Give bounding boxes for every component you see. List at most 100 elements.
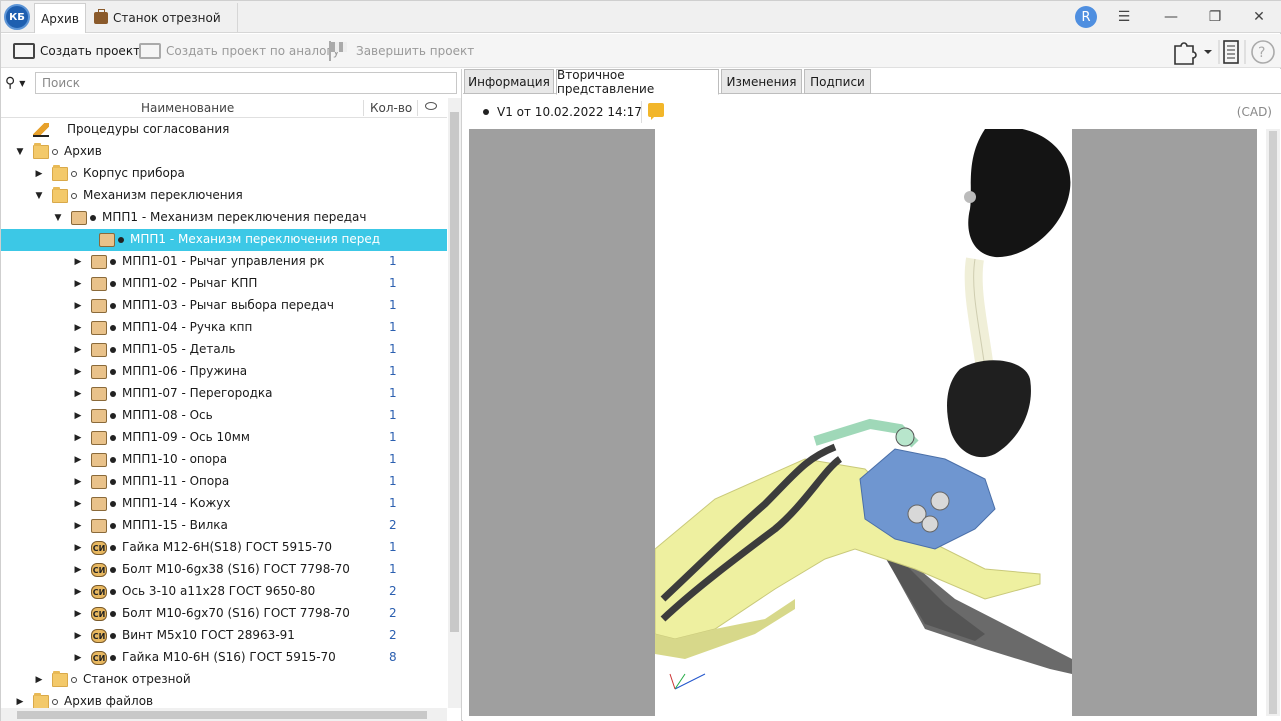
help-icon[interactable]: ? [1251,40,1275,64]
part-icon [91,365,107,379]
expand-arrow-icon[interactable]: ▶ [73,565,83,575]
create-by-analog-button[interactable]: Создать проект по аналогу [139,39,340,63]
expand-arrow-icon[interactable]: ▶ [15,697,25,707]
status-dot [110,479,116,485]
expand-arrow-icon[interactable]: ▶ [73,279,83,289]
expand-arrow-icon[interactable]: ▶ [73,499,83,509]
expand-arrow-icon[interactable]: ▶ [73,323,83,333]
tree-row[interactable]: ▶ СИ Винт М5х10 ГОСТ 28963-91 2 [1,625,447,647]
folder-icon [52,165,68,181]
tree-row[interactable]: ▼ МПП1 - Механизм переключения передач [1,207,447,229]
status-dot [110,303,116,309]
tree-row[interactable]: ▶ Станок отрезной [1,669,447,691]
tree-row[interactable]: ▶ СИ Гайка М10-6Н (S16) ГОСТ 5915-70 8 [1,647,447,669]
part-icon [91,431,107,445]
expand-arrow-icon[interactable]: ▶ [73,587,83,597]
tab-archive[interactable]: Архив [34,3,86,33]
expand-arrow-icon[interactable]: ▶ [73,653,83,663]
tree-row-qty: 1 [389,496,397,510]
tree-horizontal-scrollbar[interactable] [1,708,447,721]
tree-row[interactable]: ▶ МПП1-08 - Ось 1 [1,405,447,427]
briefcase-copy-icon [139,43,161,59]
collapse-arrow-icon[interactable]: ▼ [15,147,25,157]
search-input[interactable]: Поиск [35,72,457,94]
status-dot [71,677,77,683]
user-avatar[interactable]: R [1075,6,1097,28]
tree-row-label: МПП1-05 - Деталь [122,342,236,356]
expand-arrow-icon[interactable]: ▶ [73,411,83,421]
tab-changes[interactable]: Изменения [721,69,802,94]
part-icon [91,497,107,511]
tree-row[interactable]: ▶ МПП1-03 - Рычаг выбора передач 1 [1,295,447,317]
svg-text:?: ? [1258,45,1265,61]
tree-row-qty: 1 [389,430,397,444]
expand-arrow-icon[interactable]: ▶ [73,609,83,619]
close-icon[interactable]: ✕ [1249,9,1269,25]
tree-row[interactable]: ▶ МПП1-14 - Кожух 1 [1,493,447,515]
folder-icon [33,143,49,159]
collapse-arrow-icon[interactable]: ▼ [34,191,44,201]
column-name[interactable]: Наименование [141,101,234,115]
menu-icon[interactable]: ☰ [1114,9,1134,25]
assembly-icon [71,211,87,225]
tree-row[interactable]: ▶ МПП1-01 - Рычаг управления рк 1 [1,251,447,273]
tree-row[interactable]: ▶ Корпус прибора [1,163,447,185]
tree-row[interactable]: ▶ СИ Болт М10-6gx38 (S16) ГОСТ 7798-70 1 [1,559,447,581]
viewer-scrollbar[interactable] [1266,129,1280,716]
plugin-icon[interactable] [1174,42,1212,65]
tree-row[interactable]: МПП1 - Механизм переключения перед [1,229,447,251]
cad-viewer[interactable] [469,129,1257,716]
finish-project-label: Завершить проект [356,44,475,58]
tree-row[interactable]: ▶ МПП1-06 - Пружина 1 [1,361,447,383]
search-icon[interactable]: ⚲ ▼ [5,73,35,93]
tab-signatures[interactable]: Подписи [804,69,871,94]
expand-arrow-icon[interactable]: ▶ [73,345,83,355]
version-select[interactable]: V1 от 10.02.2022 14:17 ▼ [483,105,657,119]
expand-arrow-icon[interactable]: ▶ [73,543,83,553]
expand-arrow-icon[interactable]: ▶ [34,169,44,179]
tree-row[interactable]: ▶ МПП1-09 - Ось 10мм 1 [1,427,447,449]
tree-row[interactable]: ▶ МПП1-02 - Рычаг КПП 1 [1,273,447,295]
expand-arrow-icon[interactable]: ▶ [73,389,83,399]
expand-arrow-icon[interactable]: ▶ [73,477,83,487]
expand-arrow-icon[interactable]: ▶ [73,433,83,443]
expand-arrow-icon[interactable]: ▶ [73,455,83,465]
expand-arrow-icon[interactable]: ▶ [34,675,44,685]
tree-row[interactable]: Процедуры согласования [1,119,447,141]
tree-row[interactable]: ▶ МПП1-04 - Ручка кпп 1 [1,317,447,339]
tab-secondary-view[interactable]: Вторичное представление [556,68,719,96]
comment-icon[interactable] [648,103,664,120]
tree-row[interactable]: ▼ Механизм переключения [1,185,447,207]
tree-row-label: МПП1-09 - Ось 10мм [122,430,250,444]
tree-row-label: МПП1-08 - Ось [122,408,213,422]
finish-project-button[interactable]: Завершить проект [329,39,474,63]
expand-arrow-icon[interactable]: ▶ [73,301,83,311]
collapse-arrow-icon[interactable]: ▼ [53,213,63,223]
tab-info[interactable]: Информация [464,69,554,94]
column-qty[interactable]: Кол-во [370,101,412,115]
tree-row[interactable]: ▶ СИ Гайка М12-6Н(S18) ГОСТ 5915-70 1 [1,537,447,559]
tree-vertical-scrollbar[interactable] [448,98,461,708]
tree-row[interactable]: ▶ МПП1-15 - Вилка 2 [1,515,447,537]
expand-arrow-icon[interactable]: ▶ [73,631,83,641]
restore-icon[interactable]: ❐ [1205,9,1225,25]
expand-arrow-icon[interactable]: ▶ [73,257,83,267]
eye-icon[interactable] [425,102,437,110]
report-icon[interactable] [1223,40,1239,64]
tree-row[interactable]: ▶ МПП1-07 - Перегородка 1 [1,383,447,405]
part-icon [91,321,107,335]
tree-row[interactable]: ▶ Архив файлов [1,691,447,709]
tree-row[interactable]: ▶ СИ Болт М10-6gx70 (S16) ГОСТ 7798-70 2 [1,603,447,625]
minimize-icon[interactable]: — [1161,9,1181,25]
tree-row[interactable]: ▶ СИ Ось 3-10 а11х28 ГОСТ 9650-80 2 [1,581,447,603]
expand-arrow-icon[interactable]: ▶ [73,521,83,531]
create-project-button[interactable]: Создать проект [13,39,140,63]
folder-icon [52,187,68,203]
expand-arrow-icon[interactable]: ▶ [73,367,83,377]
tree-row[interactable]: ▶ МПП1-05 - Деталь 1 [1,339,447,361]
tree-row[interactable]: ▶ МПП1-10 - опора 1 [1,449,447,471]
tree-row-qty: 2 [389,628,397,642]
tab-project[interactable]: Станок отрезной [88,3,238,33]
tree-row[interactable]: ▶ МПП1-11 - Опора 1 [1,471,447,493]
tree-row[interactable]: ▼ Архив [1,141,447,163]
